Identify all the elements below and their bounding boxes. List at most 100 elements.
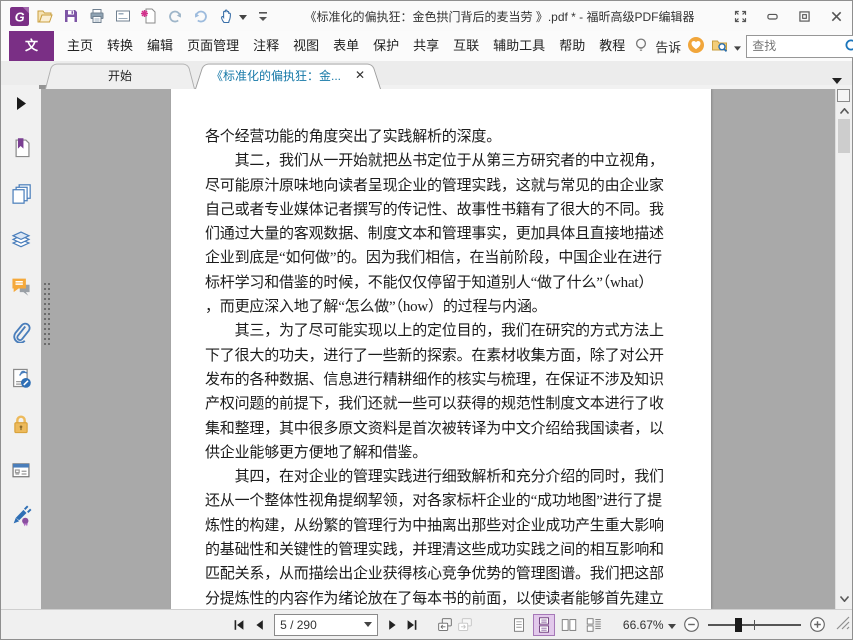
text-line: 自己或者专业媒体记者撰写的传记性、故事性书籍有了很大的不同。我 — [205, 201, 664, 218]
sign-icon[interactable] — [8, 505, 34, 527]
text-line: 集和整理，其中很多原文资料是首次被转译为中文介绍给我国读者，以 — [205, 420, 664, 437]
hand-tool-dropdown-caret[interactable] — [239, 7, 247, 25]
next-view-button[interactable] — [455, 614, 476, 636]
zoom-slider-thumb[interactable] — [735, 617, 743, 632]
quick-access-toolbar: G — [7, 4, 275, 28]
text-line: 尽可能原汁原味地向读者呈现企业的管理实践，这就与常见的由企业家 — [205, 177, 664, 194]
print-icon[interactable] — [85, 4, 109, 28]
panel-splitter-grip[interactable] — [44, 283, 51, 345]
search-input[interactable] — [746, 34, 853, 58]
arrange-windows-icon[interactable] — [724, 3, 756, 29]
customize-toolbar-icon[interactable] — [251, 4, 275, 28]
minimize-button[interactable] — [756, 3, 788, 29]
tell-me-label[interactable]: 告诉 — [655, 37, 682, 56]
menu-item-share[interactable]: 共享 — [406, 31, 446, 61]
split-view-handle[interactable] — [837, 89, 850, 102]
previous-page-button[interactable] — [250, 614, 271, 636]
menubar-right-cluster: 告诉 — [632, 34, 853, 58]
text-line: 的基础性和关键性的管理实践，并理清这些成功实践之间的相互影响和 — [205, 542, 664, 559]
email-icon[interactable] — [111, 4, 135, 28]
menu-item-comment[interactable]: 注释 — [246, 31, 286, 61]
form-fields-icon[interactable] — [8, 459, 34, 481]
menu-item-protect[interactable]: 保护 — [366, 31, 406, 61]
foxit-logo-icon[interactable]: G — [7, 4, 31, 28]
text-line: 各个经营功能的角度突出了实践解析的深度。 — [205, 129, 502, 145]
menu-item-tutorial[interactable]: 教程 — [592, 31, 632, 61]
open-file-icon[interactable] — [33, 4, 57, 28]
search-icon[interactable] — [844, 38, 853, 58]
undo-icon[interactable] — [163, 4, 187, 28]
document-canvas[interactable]: 各个经营功能的角度突出了实践解析的深度。 其二，我们从一开始就把丛书定位于从第三… — [41, 89, 835, 609]
text-line: 分提炼性的内容作为绪论放在了每本书的前面，以使读者能够首先建立 — [205, 590, 664, 607]
window-title: 《标准化的偏执狂：金色拱门背后的麦当劳 》.pdf * - 福昕高级PDF编辑器 — [304, 9, 695, 24]
tab-start[interactable]: 开始 — [45, 61, 195, 89]
continuous-facing-layout-button[interactable] — [583, 614, 605, 636]
digital-signatures-icon[interactable] — [8, 367, 34, 389]
page-number-dropdown-caret[interactable] — [363, 622, 372, 627]
tab-list-dropdown-caret[interactable] — [832, 71, 842, 89]
first-page-button[interactable] — [229, 614, 250, 636]
redo-icon[interactable] — [189, 4, 213, 28]
zoom-slider[interactable] — [708, 617, 802, 633]
create-pdf-icon[interactable] — [137, 4, 161, 28]
security-icon[interactable] — [8, 413, 34, 435]
menu-item-organize[interactable]: 页面管理 — [180, 31, 246, 61]
comments-icon[interactable] — [8, 275, 34, 297]
close-button[interactable] — [820, 3, 852, 29]
page-number-field[interactable]: 5 / 290 — [274, 613, 378, 636]
continuous-layout-button[interactable] — [532, 613, 555, 636]
title-bar: G 《标准化的偏执狂：金色拱门背后的麦当劳 》.pdf * - 福昕高级PDF编… — [1, 1, 852, 31]
menu-item-convert[interactable]: 转换 — [100, 31, 140, 61]
scroll-up-arrow[interactable] — [836, 105, 852, 117]
folder-search-dropdown-caret[interactable] — [734, 39, 742, 54]
layers-icon[interactable] — [8, 229, 34, 251]
menu-item-connect[interactable]: 互联 — [446, 31, 486, 61]
vertical-scrollbar[interactable] — [835, 89, 852, 609]
next-page-button[interactable] — [382, 614, 403, 636]
attachments-icon[interactable] — [8, 321, 34, 343]
menu-item-home[interactable]: 主页 — [60, 31, 100, 61]
window-resize-grip[interactable] — [836, 616, 850, 633]
expand-panel-arrow-icon[interactable] — [1, 93, 41, 113]
folder-search-icon[interactable] — [710, 36, 729, 57]
text-line: 匹配关系，从而描绘出企业获得核心竞争优势的管理图谱。我们把这部 — [205, 566, 664, 583]
menu-item-file[interactable]: 文件 — [9, 31, 55, 83]
text-line: 下了很大的功夫，进行了一些新的探索。在素材收集方面，除了对公开 — [205, 347, 664, 364]
menu-item-view[interactable]: 视图 — [286, 31, 326, 61]
main-area: 各个经营功能的角度突出了实践解析的深度。 其二，我们从一开始就把丛书定位于从第三… — [1, 89, 852, 609]
tab-current-document[interactable]: 《标准化的偏执狂：金... ✕ — [195, 61, 382, 89]
text-line: 企业到底是“如何做”的。因为我们相信，在当前阶段，中国企业在进行 — [205, 250, 662, 267]
lightbulb-icon[interactable] — [632, 36, 650, 57]
previous-view-button[interactable] — [435, 614, 456, 636]
text-line: 们通过大量的客观数据、制度文本和管理事实，更加具体且直接地描述 — [205, 226, 664, 243]
last-page-button[interactable] — [402, 614, 423, 636]
zoom-dropdown-caret[interactable] — [667, 618, 676, 632]
menu-item-form[interactable]: 表单 — [326, 31, 366, 61]
page-number-value: 5 / 290 — [280, 617, 317, 632]
zoom-out-button[interactable] — [682, 614, 703, 636]
maximize-restore-button[interactable] — [788, 3, 820, 29]
menu-item-edit[interactable]: 编辑 — [140, 31, 180, 61]
hand-tool-icon[interactable] — [215, 4, 239, 28]
page-thumbnails-icon[interactable] — [8, 183, 34, 205]
facing-pages-layout-button[interactable] — [558, 614, 580, 636]
scrollbar-thumb[interactable] — [838, 119, 850, 153]
menu-item-accessibility[interactable]: 辅助工具 — [486, 31, 552, 61]
zoom-in-button[interactable] — [807, 614, 828, 636]
pdf-page[interactable]: 各个经营功能的角度突出了实践解析的深度。 其二，我们从一开始就把丛书定位于从第三… — [171, 89, 711, 609]
save-icon[interactable] — [59, 4, 83, 28]
scroll-down-arrow[interactable] — [836, 593, 852, 605]
tab-close-icon[interactable]: ✕ — [355, 69, 365, 81]
text-line: 发布的各种数据、信息进行精耕细作的核实与梳理，在保证不涉及知识 — [205, 371, 664, 388]
heart-badge-icon[interactable] — [687, 36, 705, 57]
document-tab-bar: 开始 《标准化的偏执狂：金... ✕ — [1, 61, 852, 89]
text-line: 标杆学习和借鉴的时候，不能仅仅停留于知道别人“做了什么”（what） — [205, 274, 654, 291]
status-bar: 5 / 290 66.67% — [1, 609, 852, 639]
menu-item-help[interactable]: 帮助 — [552, 31, 592, 61]
page-layout-group — [508, 613, 605, 636]
bookmarks-icon[interactable] — [8, 137, 34, 159]
text-line: 其四，在对企业的管理实践进行细致解析和充分介绍的同时，我们 — [205, 469, 664, 486]
single-page-layout-button[interactable] — [508, 614, 530, 636]
text-line: 其三，为了尽可能实现以上的定位目的，我们在研究的方式方法上 — [205, 323, 664, 340]
zoom-level-label[interactable]: 66.67% — [621, 618, 664, 632]
